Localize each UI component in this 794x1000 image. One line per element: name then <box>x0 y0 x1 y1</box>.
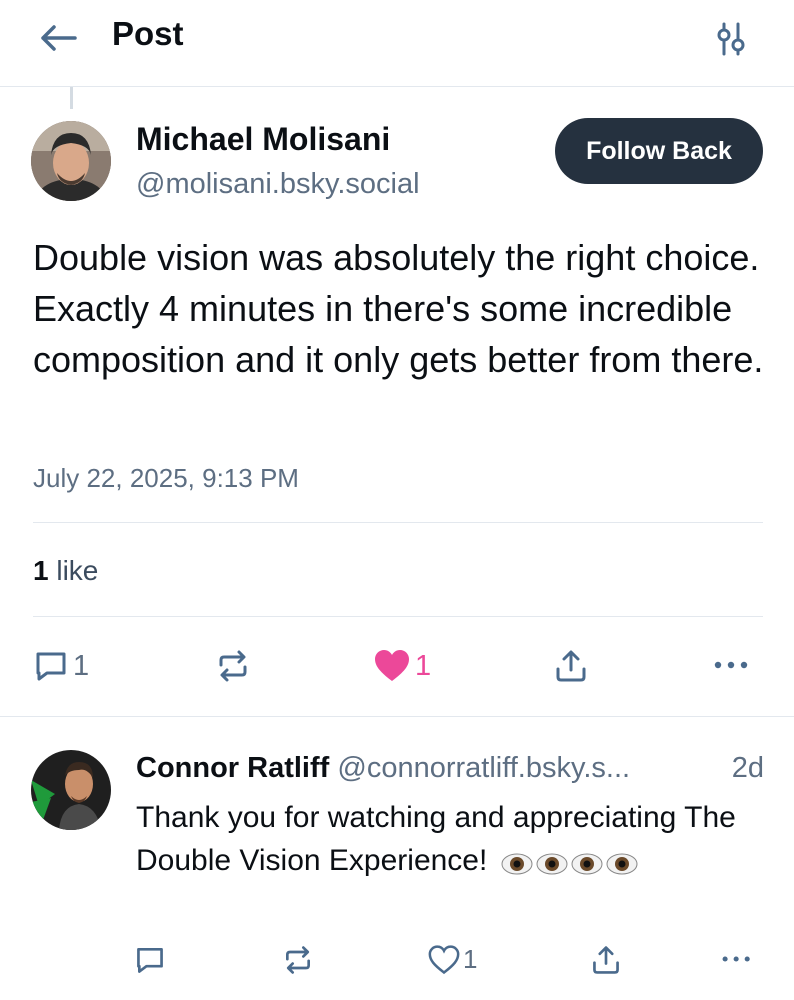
sliders-icon <box>717 22 745 56</box>
repost-icon <box>219 650 247 682</box>
author-handle[interactable]: @molisani.bsky.social <box>136 168 420 201</box>
eyes-emoji-group <box>501 841 641 884</box>
heart-outline-icon <box>428 944 460 974</box>
share-icon <box>593 946 619 974</box>
divider <box>33 522 763 523</box>
arrow-left-icon <box>41 25 77 51</box>
reply-share-button[interactable] <box>590 944 622 976</box>
avatar-image <box>31 750 111 830</box>
likes-count: 1 <box>33 555 49 586</box>
eye-emoji-icon <box>501 853 533 875</box>
share-icon <box>556 650 586 682</box>
reply-text-block: Thank you for watching and appreciating … <box>136 796 756 884</box>
top-bar: Post <box>0 0 794 87</box>
reply-count: 1 <box>73 649 90 682</box>
reply-timestamp: 2d <box>731 752 764 784</box>
follow-back-button[interactable]: Follow Back <box>555 118 763 184</box>
reply-header: Connor Ratliff @connorratliff.bsky.s... … <box>136 752 766 785</box>
reply-like-count: 1 <box>463 944 478 974</box>
eye-emoji-icon <box>606 853 638 875</box>
page-title: Post <box>112 15 184 52</box>
eye-emoji-icon <box>571 853 603 875</box>
repost-icon <box>286 946 310 974</box>
reply-author-name[interactable]: Connor Ratliff <box>136 752 329 784</box>
heart-filled-icon <box>375 650 409 681</box>
reply-button[interactable]: 1 <box>33 648 89 684</box>
more-options-button[interactable] <box>712 650 752 680</box>
thread-settings-button[interactable] <box>712 20 752 60</box>
author-name[interactable]: Michael Molisani <box>136 121 390 158</box>
thread-connector-line <box>70 87 73 109</box>
likes-label: like <box>56 555 99 586</box>
comment-icon <box>36 652 66 681</box>
divider <box>0 716 794 717</box>
likes-summary[interactable]: 1 like <box>33 555 98 587</box>
reply-like-button[interactable]: 1 <box>428 944 477 975</box>
ellipsis-icon <box>722 956 750 962</box>
repost-button[interactable] <box>215 648 251 684</box>
reply-text: Thank you for watching and appreciating … <box>136 801 736 877</box>
share-button[interactable] <box>553 648 589 684</box>
ellipsis-icon <box>714 661 748 669</box>
avatar-image <box>31 121 111 201</box>
reply-repost-button[interactable] <box>282 944 314 976</box>
reply-reply-button[interactable] <box>134 944 166 976</box>
reply-author-handle[interactable]: @connorratliff.bsky.s... <box>337 752 630 784</box>
reply-author-avatar[interactable] <box>31 750 111 830</box>
author-avatar[interactable] <box>31 121 111 201</box>
reply-more-options-button[interactable] <box>720 946 754 972</box>
post-text: Double vision was absolutely the right c… <box>33 237 764 380</box>
back-button[interactable] <box>38 20 78 56</box>
like-button[interactable]: 1 <box>373 648 431 684</box>
eye-emoji-icon <box>536 853 568 875</box>
post-timestamp: July 22, 2025, 9:13 PM <box>33 463 299 493</box>
divider <box>33 616 763 617</box>
comment-icon <box>137 948 163 973</box>
like-count: 1 <box>415 649 432 682</box>
